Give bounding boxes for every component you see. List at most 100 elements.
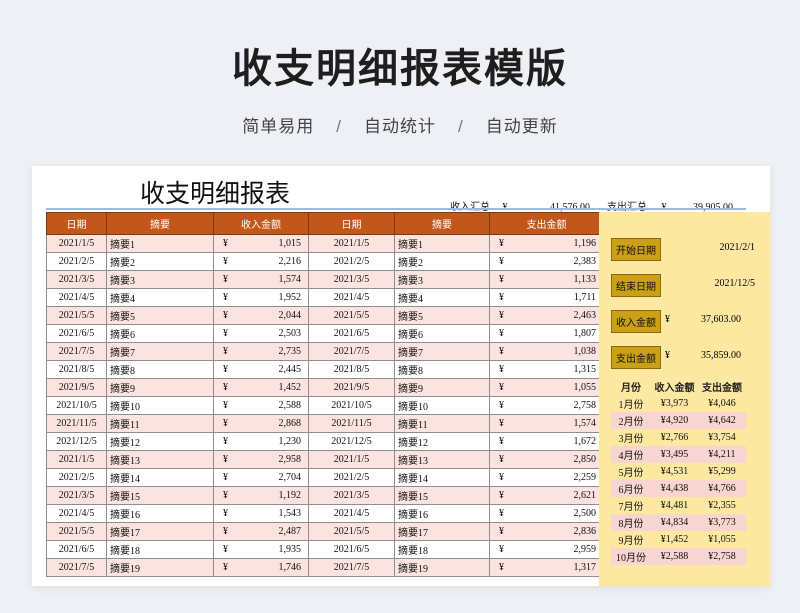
expense-memo-cell[interactable]: 摘要14 bbox=[394, 468, 490, 487]
income-memo-cell[interactable]: 摘要1 bbox=[106, 234, 214, 253]
expense-memo-cell[interactable]: 摘要12 bbox=[394, 432, 490, 451]
income-memo-cell[interactable]: 摘要3 bbox=[106, 270, 214, 289]
expense-date-cell[interactable]: 2021/1/5 bbox=[308, 450, 395, 469]
income-amount-cell[interactable]: ¥2,868 bbox=[213, 414, 309, 433]
expense-memo-cell[interactable]: 摘要1 bbox=[394, 234, 490, 253]
income-date-cell[interactable]: 2021/5/5 bbox=[46, 522, 107, 541]
expense-date-cell[interactable]: 2021/12/5 bbox=[308, 432, 395, 451]
expense-amount-cell[interactable]: ¥1,672 bbox=[489, 432, 604, 451]
income-date-cell[interactable]: 2021/6/5 bbox=[46, 540, 107, 559]
income-amount-cell[interactable]: ¥1,935 bbox=[213, 540, 309, 559]
income-amount-cell[interactable]: ¥2,588 bbox=[213, 396, 309, 415]
income-date-cell[interactable]: 2021/2/5 bbox=[46, 468, 107, 487]
expense-amount-cell[interactable]: ¥2,850 bbox=[489, 450, 604, 469]
expense-amount-cell[interactable]: ¥1,038 bbox=[489, 342, 604, 361]
column-header-income-amount[interactable]: 收入金额 bbox=[213, 212, 309, 235]
income-memo-cell[interactable]: 摘要11 bbox=[106, 414, 214, 433]
income-amount-cell[interactable]: ¥2,044 bbox=[213, 306, 309, 325]
income-memo-cell[interactable]: 摘要9 bbox=[106, 378, 214, 397]
expense-memo-cell[interactable]: 摘要18 bbox=[394, 540, 490, 559]
income-amount-cell[interactable]: ¥2,704 bbox=[213, 468, 309, 487]
income-date-cell[interactable]: 2021/4/5 bbox=[46, 504, 107, 523]
income-memo-cell[interactable]: 摘要12 bbox=[106, 432, 214, 451]
income-memo-cell[interactable]: 摘要2 bbox=[106, 252, 214, 271]
income-date-cell[interactable]: 2021/6/5 bbox=[46, 324, 107, 343]
income-amount-cell[interactable]: ¥2,216 bbox=[213, 252, 309, 271]
expense-amount-cell[interactable]: ¥1,317 bbox=[489, 558, 604, 577]
expense-amount-cell[interactable]: ¥2,500 bbox=[489, 504, 604, 523]
expense-amount-cell[interactable]: ¥1,574 bbox=[489, 414, 604, 433]
income-date-cell[interactable]: 2021/2/5 bbox=[46, 252, 107, 271]
expense-memo-cell[interactable]: 摘要4 bbox=[394, 288, 490, 307]
expense-memo-cell[interactable]: 摘要7 bbox=[394, 342, 490, 361]
income-memo-cell[interactable]: 摘要6 bbox=[106, 324, 214, 343]
column-header-income-date[interactable]: 日期 bbox=[46, 212, 107, 235]
expense-memo-cell[interactable]: 摘要2 bbox=[394, 252, 490, 271]
expense-memo-cell[interactable]: 摘要16 bbox=[394, 504, 490, 523]
start-date-value[interactable]: 2021/2/1 bbox=[719, 242, 755, 253]
income-amount-cell[interactable]: ¥2,958 bbox=[213, 450, 309, 469]
column-header-expense-date[interactable]: 日期 bbox=[308, 212, 395, 235]
expense-date-cell[interactable]: 2021/3/5 bbox=[308, 270, 395, 289]
expense-memo-cell[interactable]: 摘要6 bbox=[394, 324, 490, 343]
expense-memo-cell[interactable]: 摘要15 bbox=[394, 486, 490, 505]
income-date-cell[interactable]: 2021/7/5 bbox=[46, 558, 107, 577]
income-amount-cell[interactable]: ¥1,015 bbox=[213, 234, 309, 253]
income-date-cell[interactable]: 2021/3/5 bbox=[46, 486, 107, 505]
expense-amount-cell[interactable]: ¥2,758 bbox=[489, 396, 604, 415]
income-date-cell[interactable]: 2021/8/5 bbox=[46, 360, 107, 379]
expense-memo-cell[interactable]: 摘要9 bbox=[394, 378, 490, 397]
expense-amount-cell[interactable]: ¥2,621 bbox=[489, 486, 604, 505]
expense-date-cell[interactable]: 2021/8/5 bbox=[308, 360, 395, 379]
expense-memo-cell[interactable]: 摘要13 bbox=[394, 450, 490, 469]
expense-amount-cell[interactable]: ¥1,196 bbox=[489, 234, 604, 253]
income-amount-cell[interactable]: ¥2,445 bbox=[213, 360, 309, 379]
income-date-cell[interactable]: 2021/10/5 bbox=[46, 396, 107, 415]
expense-date-cell[interactable]: 2021/2/5 bbox=[308, 468, 395, 487]
income-amount-cell[interactable]: ¥2,735 bbox=[213, 342, 309, 361]
expense-amount-cell[interactable]: ¥2,836 bbox=[489, 522, 604, 541]
income-memo-cell[interactable]: 摘要17 bbox=[106, 522, 214, 541]
income-amount-cell[interactable]: ¥1,746 bbox=[213, 558, 309, 577]
income-date-cell[interactable]: 2021/7/5 bbox=[46, 342, 107, 361]
income-date-cell[interactable]: 2021/12/5 bbox=[46, 432, 107, 451]
expense-date-cell[interactable]: 2021/4/5 bbox=[308, 288, 395, 307]
expense-date-cell[interactable]: 2021/7/5 bbox=[308, 342, 395, 361]
income-amount-cell[interactable]: ¥1,543 bbox=[213, 504, 309, 523]
income-date-cell[interactable]: 2021/11/5 bbox=[46, 414, 107, 433]
expense-amount-cell[interactable]: ¥2,959 bbox=[489, 540, 604, 559]
expense-date-cell[interactable]: 2021/4/5 bbox=[308, 504, 395, 523]
income-memo-cell[interactable]: 摘要4 bbox=[106, 288, 214, 307]
income-memo-cell[interactable]: 摘要5 bbox=[106, 306, 214, 325]
expense-memo-cell[interactable]: 摘要10 bbox=[394, 396, 490, 415]
expense-date-cell[interactable]: 2021/3/5 bbox=[308, 486, 395, 505]
expense-amount-cell[interactable]: ¥1,055 bbox=[489, 378, 604, 397]
income-memo-cell[interactable]: 摘要10 bbox=[106, 396, 214, 415]
income-memo-cell[interactable]: 摘要14 bbox=[106, 468, 214, 487]
income-memo-cell[interactable]: 摘要15 bbox=[106, 486, 214, 505]
expense-amount-cell[interactable]: ¥1,315 bbox=[489, 360, 604, 379]
expense-date-cell[interactable]: 2021/6/5 bbox=[308, 324, 395, 343]
income-date-cell[interactable]: 2021/5/5 bbox=[46, 306, 107, 325]
expense-date-cell[interactable]: 2021/5/5 bbox=[308, 522, 395, 541]
expense-amount-cell[interactable]: ¥1,807 bbox=[489, 324, 604, 343]
end-date-value[interactable]: 2021/12/5 bbox=[714, 278, 755, 289]
expense-amount-cell[interactable]: ¥2,259 bbox=[489, 468, 604, 487]
income-amount-cell[interactable]: ¥2,487 bbox=[213, 522, 309, 541]
income-amount-cell[interactable]: ¥1,952 bbox=[213, 288, 309, 307]
income-memo-cell[interactable]: 摘要8 bbox=[106, 360, 214, 379]
column-header-expense-amount[interactable]: 支出金额 bbox=[489, 212, 604, 235]
income-memo-cell[interactable]: 摘要18 bbox=[106, 540, 214, 559]
expense-memo-cell[interactable]: 摘要8 bbox=[394, 360, 490, 379]
expense-memo-cell[interactable]: 摘要5 bbox=[394, 306, 490, 325]
expense-memo-cell[interactable]: 摘要17 bbox=[394, 522, 490, 541]
income-amount-cell[interactable]: ¥1,230 bbox=[213, 432, 309, 451]
expense-memo-cell[interactable]: 摘要19 bbox=[394, 558, 490, 577]
income-date-cell[interactable]: 2021/9/5 bbox=[46, 378, 107, 397]
expense-date-cell[interactable]: 2021/2/5 bbox=[308, 252, 395, 271]
expense-date-cell[interactable]: 2021/9/5 bbox=[308, 378, 395, 397]
expense-date-cell[interactable]: 2021/6/5 bbox=[308, 540, 395, 559]
expense-memo-cell[interactable]: 摘要3 bbox=[394, 270, 490, 289]
income-memo-cell[interactable]: 摘要19 bbox=[106, 558, 214, 577]
expense-amount-cell[interactable]: ¥1,711 bbox=[489, 288, 604, 307]
